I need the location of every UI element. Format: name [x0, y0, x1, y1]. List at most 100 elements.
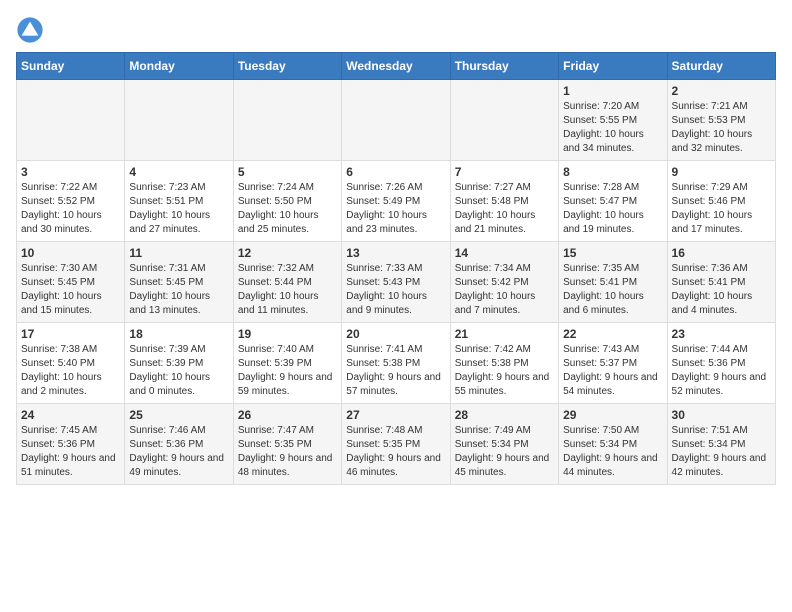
- day-number: 23: [672, 327, 771, 341]
- day-info: Sunrise: 7:24 AM Sunset: 5:50 PM Dayligh…: [238, 181, 337, 237]
- day-info: Sunrise: 7:51 AM Sunset: 5:34 PM Dayligh…: [672, 424, 771, 480]
- day-info: Sunrise: 7:22 AM Sunset: 5:52 PM Dayligh…: [21, 181, 120, 237]
- day-number: 14: [455, 246, 554, 260]
- calendar-cell: [450, 80, 558, 161]
- day-number: 16: [672, 246, 771, 260]
- day-info: Sunrise: 7:34 AM Sunset: 5:42 PM Dayligh…: [455, 262, 554, 318]
- calendar-cell: [17, 80, 125, 161]
- calendar-cell: 2 Sunrise: 7:21 AM Sunset: 5:53 PM Daylig…: [667, 80, 775, 161]
- day-info: Sunrise: 7:48 AM Sunset: 5:35 PM Dayligh…: [346, 424, 445, 480]
- calendar-header: SundayMondayTuesdayWednesdayThursdayFrid…: [17, 53, 776, 80]
- day-info: Sunrise: 7:50 AM Sunset: 5:34 PM Dayligh…: [563, 424, 662, 480]
- weekday-header-monday: Monday: [125, 53, 233, 80]
- calendar-cell: 25Sunrise: 7:46 AM Sunset: 5:36 PM Dayli…: [125, 404, 233, 485]
- calendar-cell: 19 Sunrise: 7:40 AM Sunset: 5:39 PM Dayli…: [233, 323, 341, 404]
- day-info: Sunrise: 7:29 AM Sunset: 5:46 PM Dayligh…: [672, 181, 771, 237]
- day-number: 2: [672, 84, 771, 98]
- day-info: Sunrise: 7:26 AM Sunset: 5:49 PM Dayligh…: [346, 181, 445, 237]
- day-number: 20: [346, 327, 445, 341]
- day-info: Sunrise: 7:31 AM Sunset: 5:45 PM Dayligh…: [129, 262, 228, 318]
- day-info: Sunrise: 7:40 AM Sunset: 5:39 PM Dayligh…: [238, 343, 337, 399]
- day-number: 5: [238, 165, 337, 179]
- day-info: Sunrise: 7:35 AM Sunset: 5:41 PM Dayligh…: [563, 262, 662, 318]
- calendar-cell: 26 Sunrise: 7:47 AM Sunset: 5:35 PM Dayli…: [233, 404, 341, 485]
- calendar-cell: 18Sunrise: 7:39 AM Sunset: 5:39 PM Dayli…: [125, 323, 233, 404]
- day-info: Sunrise: 7:36 AM Sunset: 5:41 PM Dayligh…: [672, 262, 771, 318]
- day-number: 26: [238, 408, 337, 422]
- day-info: Sunrise: 7:20 AM Sunset: 5:55 PM Dayligh…: [563, 100, 662, 156]
- calendar-body: 1 Sunrise: 7:20 AM Sunset: 5:55 PM Daylig…: [17, 80, 776, 485]
- day-number: 21: [455, 327, 554, 341]
- day-number: 29: [563, 408, 662, 422]
- calendar-cell: 14 Sunrise: 7:34 AM Sunset: 5:42 PM Dayli…: [450, 242, 558, 323]
- calendar-cell: 23 Sunrise: 7:44 AM Sunset: 5:36 PM Dayli…: [667, 323, 775, 404]
- day-info: Sunrise: 7:38 AM Sunset: 5:40 PM Dayligh…: [21, 343, 120, 399]
- day-info: Sunrise: 7:47 AM Sunset: 5:35 PM Dayligh…: [238, 424, 337, 480]
- calendar-cell: 4Sunrise: 7:23 AM Sunset: 5:51 PM Daylig…: [125, 161, 233, 242]
- calendar-cell: 6 Sunrise: 7:26 AM Sunset: 5:49 PM Daylig…: [342, 161, 450, 242]
- calendar-cell: [342, 80, 450, 161]
- calendar-cell: 8 Sunrise: 7:28 AM Sunset: 5:47 PM Daylig…: [559, 161, 667, 242]
- weekday-header-saturday: Saturday: [667, 53, 775, 80]
- calendar-week-row: 24 Sunrise: 7:45 AM Sunset: 5:36 PM Dayli…: [17, 404, 776, 485]
- calendar-cell: 12 Sunrise: 7:32 AM Sunset: 5:44 PM Dayli…: [233, 242, 341, 323]
- day-number: 15: [563, 246, 662, 260]
- day-info: Sunrise: 7:45 AM Sunset: 5:36 PM Dayligh…: [21, 424, 120, 480]
- weekday-header-tuesday: Tuesday: [233, 53, 341, 80]
- calendar-cell: 29 Sunrise: 7:50 AM Sunset: 5:34 PM Dayli…: [559, 404, 667, 485]
- day-info: Sunrise: 7:27 AM Sunset: 5:48 PM Dayligh…: [455, 181, 554, 237]
- calendar-cell: 24 Sunrise: 7:45 AM Sunset: 5:36 PM Dayli…: [17, 404, 125, 485]
- day-number: 28: [455, 408, 554, 422]
- weekday-header-wednesday: Wednesday: [342, 53, 450, 80]
- day-info: Sunrise: 7:28 AM Sunset: 5:47 PM Dayligh…: [563, 181, 662, 237]
- calendar-cell: 28Sunrise: 7:49 AM Sunset: 5:34 PM Dayli…: [450, 404, 558, 485]
- weekday-header-sunday: Sunday: [17, 53, 125, 80]
- day-info: Sunrise: 7:21 AM Sunset: 5:53 PM Dayligh…: [672, 100, 771, 156]
- calendar-table: SundayMondayTuesdayWednesdayThursdayFrid…: [16, 52, 776, 485]
- day-info: Sunrise: 7:42 AM Sunset: 5:38 PM Dayligh…: [455, 343, 554, 399]
- day-number: 1: [563, 84, 662, 98]
- calendar-cell: 11 Sunrise: 7:31 AM Sunset: 5:45 PM Dayli…: [125, 242, 233, 323]
- calendar-cell: 13Sunrise: 7:33 AM Sunset: 5:43 PM Dayli…: [342, 242, 450, 323]
- day-number: 12: [238, 246, 337, 260]
- day-number: 24: [21, 408, 120, 422]
- calendar-cell: [125, 80, 233, 161]
- day-info: Sunrise: 7:44 AM Sunset: 5:36 PM Dayligh…: [672, 343, 771, 399]
- day-number: 7: [455, 165, 554, 179]
- calendar-week-row: 3 Sunrise: 7:22 AM Sunset: 5:52 PM Daylig…: [17, 161, 776, 242]
- calendar-week-row: 1 Sunrise: 7:20 AM Sunset: 5:55 PM Daylig…: [17, 80, 776, 161]
- logo-icon: [16, 16, 44, 44]
- calendar-cell: 20 Sunrise: 7:41 AM Sunset: 5:38 PM Dayli…: [342, 323, 450, 404]
- day-number: 19: [238, 327, 337, 341]
- calendar-cell: 27 Sunrise: 7:48 AM Sunset: 5:35 PM Dayli…: [342, 404, 450, 485]
- day-number: 6: [346, 165, 445, 179]
- calendar-cell: 17Sunrise: 7:38 AM Sunset: 5:40 PM Dayli…: [17, 323, 125, 404]
- page-header: [16, 16, 776, 44]
- day-info: Sunrise: 7:41 AM Sunset: 5:38 PM Dayligh…: [346, 343, 445, 399]
- day-number: 11: [129, 246, 228, 260]
- day-info: Sunrise: 7:30 AM Sunset: 5:45 PM Dayligh…: [21, 262, 120, 318]
- calendar-cell: 5 Sunrise: 7:24 AM Sunset: 5:50 PM Daylig…: [233, 161, 341, 242]
- calendar-cell: 15 Sunrise: 7:35 AM Sunset: 5:41 PM Dayli…: [559, 242, 667, 323]
- calendar-cell: 3 Sunrise: 7:22 AM Sunset: 5:52 PM Daylig…: [17, 161, 125, 242]
- day-number: 10: [21, 246, 120, 260]
- day-number: 30: [672, 408, 771, 422]
- calendar-cell: 9Sunrise: 7:29 AM Sunset: 5:46 PM Daylig…: [667, 161, 775, 242]
- calendar-cell: 30 Sunrise: 7:51 AM Sunset: 5:34 PM Dayli…: [667, 404, 775, 485]
- day-info: Sunrise: 7:39 AM Sunset: 5:39 PM Dayligh…: [129, 343, 228, 399]
- day-number: 8: [563, 165, 662, 179]
- calendar-cell: 1 Sunrise: 7:20 AM Sunset: 5:55 PM Daylig…: [559, 80, 667, 161]
- calendar-cell: [233, 80, 341, 161]
- day-number: 27: [346, 408, 445, 422]
- day-number: 3: [21, 165, 120, 179]
- day-info: Sunrise: 7:43 AM Sunset: 5:37 PM Dayligh…: [563, 343, 662, 399]
- day-info: Sunrise: 7:46 AM Sunset: 5:36 PM Dayligh…: [129, 424, 228, 480]
- calendar-cell: 21 Sunrise: 7:42 AM Sunset: 5:38 PM Dayli…: [450, 323, 558, 404]
- calendar-cell: 22Sunrise: 7:43 AM Sunset: 5:37 PM Dayli…: [559, 323, 667, 404]
- logo: [16, 16, 48, 44]
- calendar-cell: 16 Sunrise: 7:36 AM Sunset: 5:41 PM Dayli…: [667, 242, 775, 323]
- day-info: Sunrise: 7:32 AM Sunset: 5:44 PM Dayligh…: [238, 262, 337, 318]
- day-number: 4: [129, 165, 228, 179]
- weekday-header-row: SundayMondayTuesdayWednesdayThursdayFrid…: [17, 53, 776, 80]
- day-number: 13: [346, 246, 445, 260]
